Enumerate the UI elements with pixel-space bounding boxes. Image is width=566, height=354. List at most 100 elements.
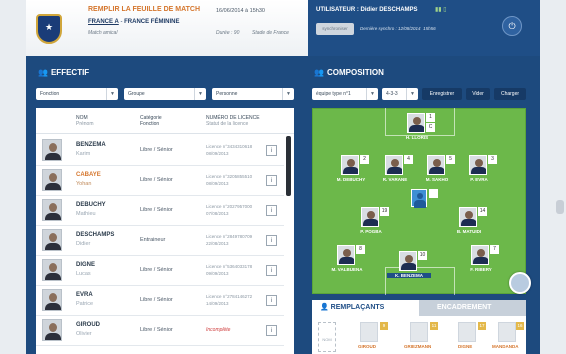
- player-category: Libre / Sénior: [140, 207, 173, 213]
- player-photo: [399, 251, 417, 271]
- player-number: 7: [490, 245, 499, 254]
- table-row[interactable]: CABAYE Yohan Libre / Sénior Licence n°32…: [36, 166, 284, 196]
- player-firstname: Patrice: [76, 301, 94, 307]
- team-type-select[interactable]: équipe type n°1 ▼: [312, 88, 378, 100]
- player-licence: Licence n°2784146272 14/09/2013: [206, 293, 252, 307]
- info-icon[interactable]: i: [266, 175, 277, 186]
- licence-status-incomplete: Incomplète: [206, 327, 231, 333]
- pitch-player-lb[interactable]: 3 P. EVRA: [469, 155, 497, 187]
- licence-date: 08/09/2013: [206, 181, 229, 186]
- filter-personne[interactable]: Personne ▼: [212, 88, 294, 100]
- table-row[interactable]: DESCHAMPS Didier Entraineur Licence n°28…: [36, 226, 284, 256]
- info-icon[interactable]: i: [266, 295, 277, 306]
- col-fonction-label: Fonction: [140, 121, 160, 127]
- table-row[interactable]: EVRA Patrice Libre / Sénior Licence n°27…: [36, 286, 284, 316]
- effectif-table: NOM Prénom Catégorie Fonction NUMÉRO DE LI…: [36, 108, 294, 354]
- last-sync-date: Dernière synchro : 12/08/2014: [360, 26, 421, 31]
- table-row[interactable]: DIGNE Lucas Libre / Sénior Licence n°536…: [36, 256, 284, 286]
- substitute-photo[interactable]: [498, 322, 516, 342]
- pitch-player-cb1[interactable]: 4 R. VARANE: [383, 155, 413, 187]
- licence-number: Licence n°2849780709: [206, 234, 253, 239]
- table-scrollbar[interactable]: [286, 136, 291, 196]
- player-category: Libre / Sénior: [140, 177, 173, 183]
- user-panel: UTILISATEUR : Didier DESCHAMPS ▮▮ ▯ sync…: [308, 0, 540, 56]
- header: ★ REMPLIR LA FEUILLE DE MATCH FRANCE A -…: [26, 0, 540, 56]
- load-button[interactable]: Charger: [494, 88, 526, 100]
- player-avatar: [42, 139, 62, 161]
- info-icon[interactable]: i: [266, 235, 277, 246]
- info-icon[interactable]: i: [266, 145, 277, 156]
- info-icon[interactable]: i: [266, 265, 277, 276]
- empty-position-slot[interactable]: [411, 189, 427, 208]
- pitch-player-rb[interactable]: 2 M. DEBUCHY: [337, 155, 369, 187]
- last-sync-time: 15h56: [423, 26, 436, 31]
- filter-fonction[interactable]: Fonction ▼: [36, 88, 118, 100]
- pitch-player-rw[interactable]: 8 M. VALBUENA: [332, 245, 365, 277]
- pitch-player-cm1[interactable]: 19 P. POGBA: [360, 207, 389, 239]
- floating-action-button[interactable]: [509, 272, 531, 294]
- user-icon: 👤: [320, 304, 331, 311]
- player-lastname: DIGNE: [76, 262, 96, 268]
- formation-select[interactable]: 4-3-3 ▼: [382, 88, 418, 100]
- player-firstname: Mathieu: [76, 211, 96, 217]
- device-side-button[interactable]: [556, 200, 564, 214]
- info-icon[interactable]: i: [266, 325, 277, 336]
- substitute-photo[interactable]: [410, 322, 428, 342]
- pitch-player-lw[interactable]: 7 F. RIBERY: [470, 245, 499, 277]
- info-icon[interactable]: i: [266, 205, 277, 216]
- player-number: 5: [446, 155, 455, 164]
- tab-remplacants[interactable]: 👤 REMPLAÇANTS: [312, 300, 419, 316]
- pitch-player-cb2[interactable]: 5 M. SAKHO: [426, 155, 455, 187]
- substitute-photo[interactable]: [458, 322, 476, 342]
- user-name: UTILISATEUR : Didier DESCHAMPS: [316, 7, 418, 13]
- player-number: 19: [380, 207, 389, 216]
- player-category: Libre / Sénior: [140, 297, 173, 303]
- tab-remplacants-label: REMPLAÇANTS: [330, 304, 385, 311]
- bench-panel: 👤 REMPLAÇANTS ENCADREMENT NOM 9 GIROUD 1…: [312, 300, 526, 354]
- page-title: REMPLIR LA FEUILLE DE MATCH: [88, 6, 200, 13]
- table-row[interactable]: BENZEMA Karim Libre / Sénior Licence n°3…: [36, 136, 284, 166]
- chevron-down-icon: ▼: [282, 88, 294, 100]
- table-row[interactable]: DEBUCHY Mathieu Libre / Sénior Licence n…: [36, 196, 284, 226]
- player-photo: [385, 155, 403, 175]
- player-name: B. MATUIDI: [456, 229, 482, 234]
- star-icon: ★: [45, 22, 54, 32]
- team-away: FRANCE FÉMININE: [124, 19, 180, 25]
- captain-badge: C: [426, 123, 435, 132]
- power-icon[interactable]: ⏻: [502, 16, 522, 36]
- player-category: Entraineur: [140, 237, 166, 243]
- col-prenom-label: Prénom: [76, 121, 94, 127]
- substitute-name: MANDANDA: [492, 344, 519, 349]
- substitute-photo[interactable]: [360, 322, 378, 342]
- filter-personne-label: Personne: [216, 91, 238, 97]
- player-number: 1: [426, 113, 435, 122]
- team-home[interactable]: FRANCE A: [88, 19, 119, 25]
- player-licence: Licence n°3434310618 08/09/2013: [206, 143, 252, 157]
- table-row[interactable]: GIROUD Olivier Libre / Sénior Incomplète…: [36, 316, 284, 346]
- tab-encadrement-label: ENCADREMENT: [437, 304, 492, 311]
- pitch-player-gk[interactable]: 1 C H. LLORIS: [406, 113, 435, 145]
- formation-value: 4-3-3: [386, 91, 398, 97]
- player-number: 8: [356, 245, 365, 254]
- effectif-title-text: EFFECTIF: [50, 68, 90, 77]
- player-firstname: Lucas: [76, 271, 91, 277]
- sync-button[interactable]: synchroniser: [316, 23, 354, 35]
- add-substitute-slot[interactable]: NOM: [318, 322, 336, 352]
- clear-button[interactable]: Vider: [466, 88, 490, 100]
- player-name: P. EVRA: [470, 177, 488, 182]
- player-firstname: Yohan: [76, 181, 92, 187]
- player-avatar: [42, 259, 62, 281]
- composition-title-text: COMPOSITION: [326, 68, 384, 77]
- player-category: Libre / Sénior: [140, 147, 173, 153]
- users-icon: 👥: [38, 68, 48, 77]
- pitch-player-st[interactable]: 10 K. BENZEMA: [387, 251, 431, 283]
- tab-encadrement[interactable]: ENCADREMENT: [419, 300, 526, 316]
- save-button[interactable]: Enregistrer: [422, 88, 462, 100]
- player-photo: [427, 155, 445, 175]
- last-sync: Dernière synchro : 12/08/2014 15h56: [360, 26, 436, 31]
- chevron-down-icon: ▼: [194, 88, 206, 100]
- player-name: R. VARANE: [382, 177, 408, 182]
- filter-groupe[interactable]: Groupe ▼: [124, 88, 206, 100]
- player-lastname: DEBUCHY: [76, 202, 106, 208]
- pitch-player-cm2[interactable]: 14 B. MATUIDI: [457, 207, 487, 239]
